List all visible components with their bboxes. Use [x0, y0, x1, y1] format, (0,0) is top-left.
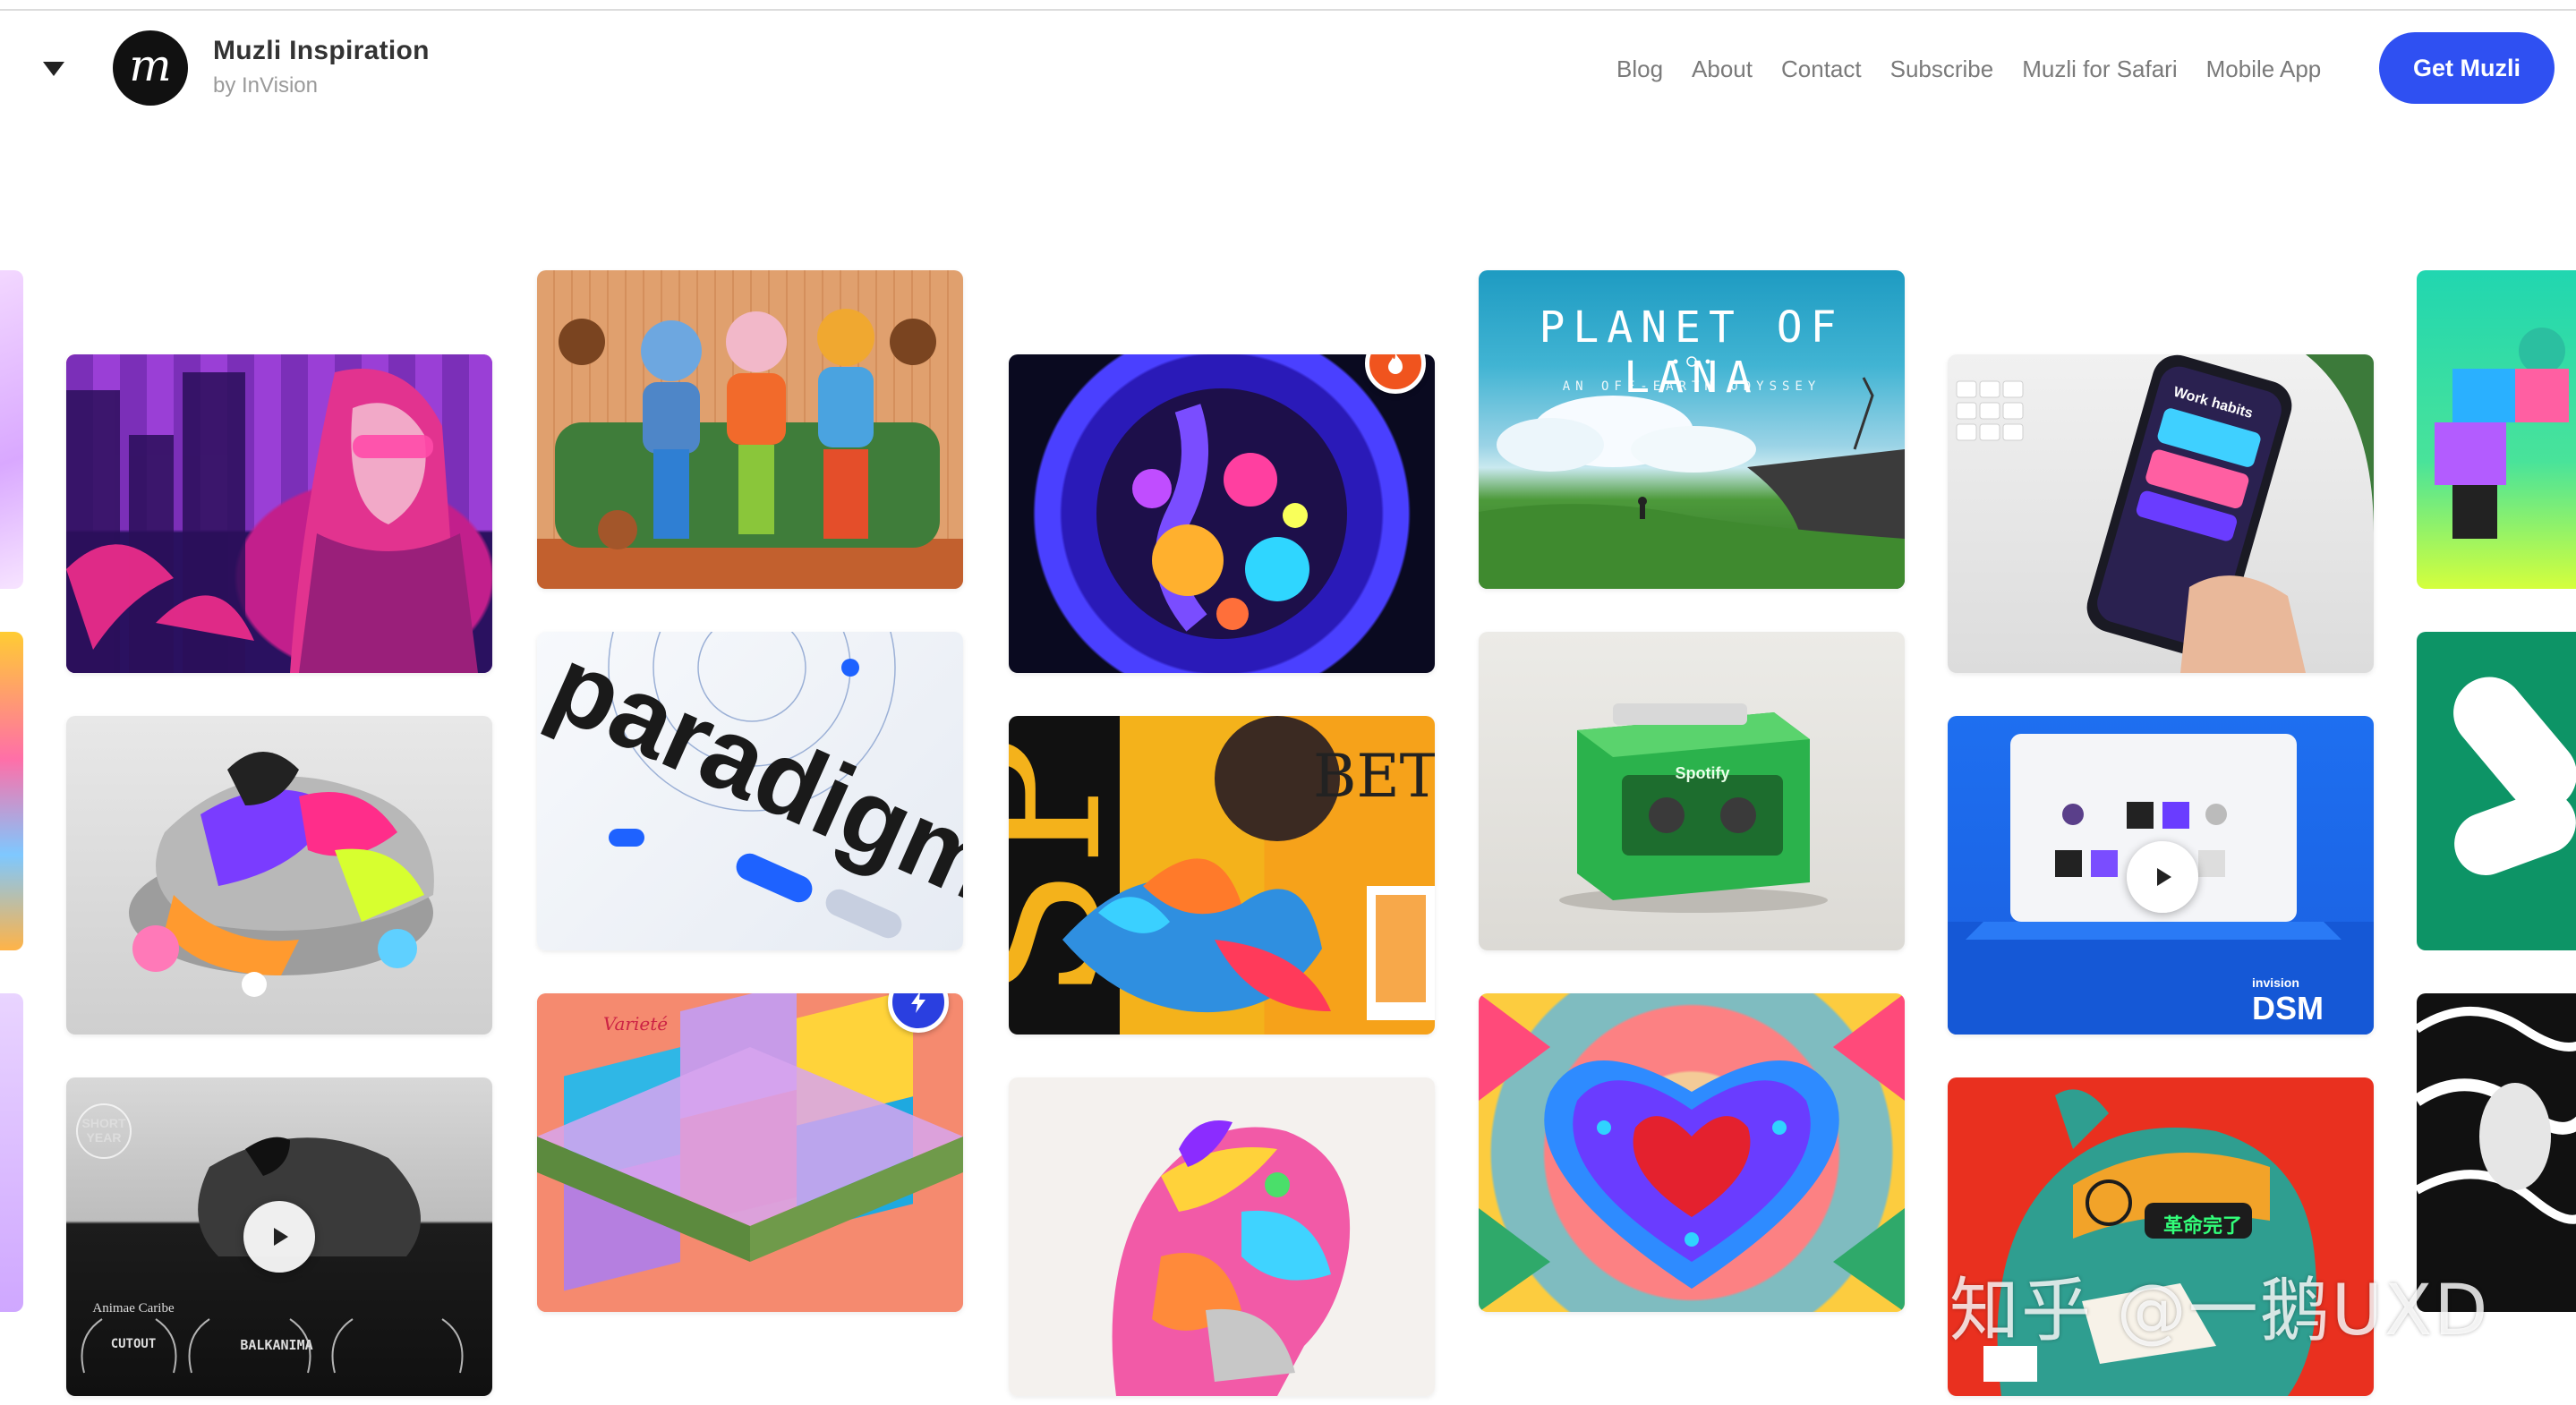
- colorful-head-sculpture-illustration: [1112, 1120, 1351, 1396]
- inspiration-card[interactable]: [1009, 354, 1435, 673]
- chinese-sign-text: 革命完了: [2162, 1215, 2242, 1238]
- fire-icon: [1388, 354, 1403, 374]
- inspiration-card[interactable]: [66, 716, 492, 1035]
- lana-subtitle: AN OFF-EARTH ODYSSEY: [1562, 379, 1821, 394]
- nav-about[interactable]: About: [1692, 55, 1753, 83]
- inspiration-card[interactable]: paradigm: [537, 632, 963, 950]
- inspiration-card[interactable]: [2417, 270, 2576, 589]
- nav-muzli-for-safari[interactable]: Muzli for Safari: [2022, 55, 2177, 83]
- three-characters-illustration: [537, 309, 963, 589]
- inspiration-card[interactable]: [1479, 993, 1905, 1312]
- inspiration-card[interactable]: SP BETTE: [1009, 716, 1435, 1035]
- svg-text:YEAR: YEAR: [87, 1130, 122, 1145]
- play-icon: [2157, 868, 2171, 886]
- svg-text:SHORT: SHORT: [82, 1116, 126, 1130]
- inspiration-card[interactable]: Work habits: [1948, 354, 2374, 673]
- inspiration-card[interactable]: [537, 270, 963, 589]
- lightning-icon: [911, 993, 925, 1013]
- brand-subtitle: by InVision: [213, 73, 318, 98]
- inspiration-card[interactable]: Spotify: [1479, 632, 1905, 950]
- isometric-shapes-illustration: [2435, 328, 2569, 539]
- inspiration-card[interactable]: SHORT YEAR Animae Caribe CUTOUT BALKANIMA: [66, 1077, 492, 1396]
- get-muzli-button[interactable]: Get Muzli: [2379, 32, 2555, 104]
- svg-text:BETTE: BETTE: [1313, 742, 1435, 811]
- play-button[interactable]: [243, 1201, 315, 1273]
- underwater-bubble-illustration: [1096, 388, 1347, 639]
- inspiration-card[interactable]: [2417, 632, 2576, 950]
- brand-name[interactable]: Muzli Inspiration: [213, 36, 430, 66]
- nav-contact[interactable]: Contact: [1781, 55, 1862, 83]
- film-laurel-text: Animae Caribe: [92, 1301, 175, 1316]
- inspiration-card[interactable]: [66, 354, 492, 673]
- neon-city-illustration: [66, 369, 478, 673]
- folk-art-heart-illustration: [1479, 993, 1905, 1312]
- nav-blog[interactable]: Blog: [1616, 55, 1663, 83]
- abstract-pill-shapes-illustration: [2453, 677, 2576, 875]
- watermark-text: 知乎 @一鹅UXD: [1949, 1271, 2490, 1351]
- muzli-logo[interactable]: m: [113, 30, 188, 106]
- inspiration-card[interactable]: [0, 993, 23, 1312]
- sneaker-sculpture-illustration: [129, 752, 434, 997]
- logo-letter: m: [129, 39, 172, 91]
- menu-dropdown-icon[interactable]: [41, 59, 66, 79]
- inspiration-card[interactable]: invision DSM: [1948, 716, 2374, 1035]
- top-nav: Blog About Contact Subscribe Muzli for S…: [1616, 55, 2321, 83]
- inspiration-card[interactable]: [0, 270, 23, 589]
- film-laurel-text: BALKANIMA: [240, 1337, 313, 1353]
- nav-subscribe[interactable]: Subscribe: [1890, 55, 1994, 83]
- nav-mobile-app[interactable]: Mobile App: [2206, 55, 2322, 83]
- variete-books-illustration: [537, 993, 963, 1312]
- play-icon: [274, 1228, 288, 1246]
- inspiration-card[interactable]: PLANET OF LANA AN OFF-EARTH ODYSSEY: [1479, 270, 1905, 589]
- spotify-cassette-player-illustration: [1559, 703, 1828, 913]
- top-divider: [0, 9, 2576, 11]
- variete-text: Varieté: [602, 1013, 669, 1035]
- inspiration-card[interactable]: Varieté: [537, 993, 963, 1312]
- betta-fish-poster-illustration: SP BETTE: [1009, 716, 1435, 1020]
- play-button[interactable]: [2127, 841, 2198, 913]
- inspiration-card[interactable]: [0, 632, 23, 950]
- dsm-label: DSM: [2252, 990, 2324, 1026]
- inspiration-card[interactable]: [1009, 1077, 1435, 1396]
- paradigm-design-system-illustration: paradigm: [537, 632, 963, 939]
- film-laurel-text: CUTOUT: [110, 1337, 157, 1351]
- phone-app-mockup-illustration: Work habits: [1956, 354, 2374, 673]
- dsm-brand: invision: [2252, 975, 2299, 990]
- spotify-label: Spotify: [1675, 764, 1730, 782]
